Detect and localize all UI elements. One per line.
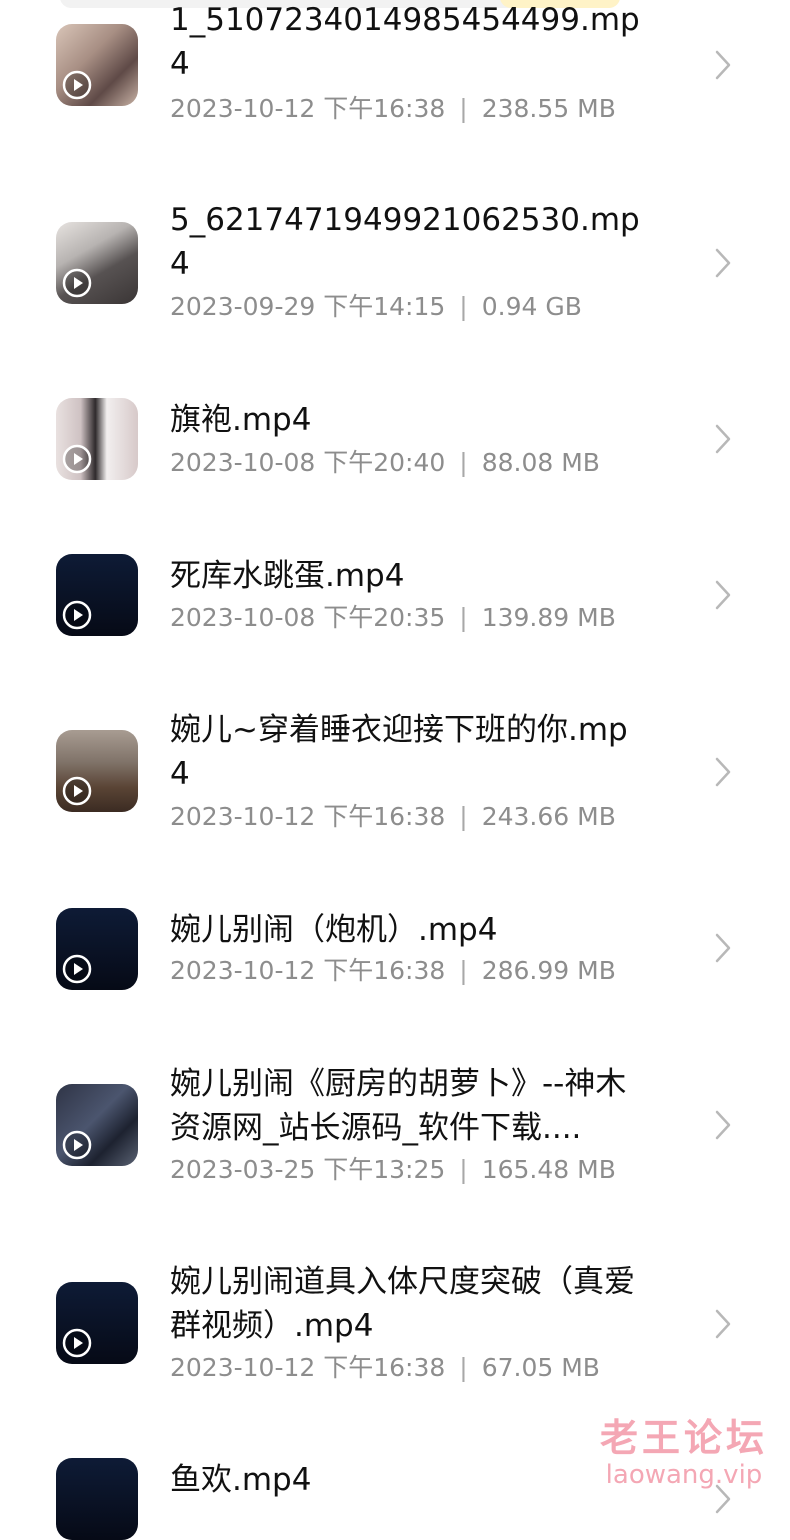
file-title: 婉儿~穿着睡衣迎接下班的你.mp4 xyxy=(170,712,628,792)
video-thumbnail xyxy=(56,222,138,304)
meta-separator: | xyxy=(459,292,468,321)
meta-separator: | xyxy=(459,956,468,985)
chevron-right-icon xyxy=(715,1309,731,1339)
file-date: 2023-10-12 下午16:38 xyxy=(170,956,446,985)
file-size: 243.66 MB xyxy=(481,802,616,831)
file-title: 1_5107234014985454499.mp4 xyxy=(170,2,640,82)
file-size: 0.94 GB xyxy=(481,292,582,321)
chevron-right-icon xyxy=(715,424,731,454)
chevron-right-icon xyxy=(715,933,731,963)
meta-separator: | xyxy=(459,603,468,632)
file-title: 婉儿别闹《厨房的胡萝卜》--神木资源网_站长源码_软件下载.... xyxy=(170,1066,627,1146)
video-thumbnail xyxy=(56,398,138,480)
video-thumbnail xyxy=(56,1282,138,1364)
play-icon xyxy=(62,954,92,984)
file-title: 鱼欢.mp4 xyxy=(170,1462,312,1498)
file-meta: 2023-10-12 下午16:38 | 238.55 MB xyxy=(170,93,650,125)
video-file-list: 1_5107234014985454499.mp4 2023-10-12 下午1… xyxy=(0,0,790,1540)
file-meta: 2023-10-12 下午16:38 | 286.99 MB xyxy=(170,955,650,987)
file-meta: 2023-10-08 下午20:35 | 139.89 MB xyxy=(170,602,650,634)
play-icon xyxy=(62,600,92,630)
file-meta: 2023-03-25 下午13:25 | 165.48 MB xyxy=(170,1154,650,1186)
file-date: 2023-10-12 下午16:38 xyxy=(170,1353,446,1382)
meta-separator: | xyxy=(459,1155,468,1184)
forum-watermark: 老王论坛 laowang.vip xyxy=(600,1416,768,1490)
file-date: 2023-10-08 下午20:40 xyxy=(170,448,446,477)
meta-separator: | xyxy=(459,448,468,477)
file-date: 2023-10-12 下午16:38 xyxy=(170,94,446,123)
file-size: 286.99 MB xyxy=(481,956,616,985)
file-date: 2023-09-29 下午14:15 xyxy=(170,292,446,321)
meta-separator: | xyxy=(459,94,468,123)
chevron-right-icon xyxy=(715,757,731,787)
chevron-right-icon xyxy=(715,50,731,80)
file-meta: 2023-10-12 下午16:38 | 243.66 MB xyxy=(170,801,650,833)
watermark-url: laowang.vip xyxy=(605,1460,763,1490)
file-title: 婉儿别闹道具入体尺度突破（真爱群视频）.mp4 xyxy=(170,1264,635,1344)
video-thumbnail xyxy=(56,730,138,812)
play-icon xyxy=(62,1328,92,1358)
video-thumbnail xyxy=(56,908,138,990)
video-thumbnail xyxy=(56,24,138,106)
play-icon xyxy=(62,444,92,474)
video-thumbnail xyxy=(56,1458,138,1540)
file-meta: 2023-10-08 下午20:40 | 88.08 MB xyxy=(170,447,650,479)
play-icon xyxy=(62,70,92,100)
file-size: 88.08 MB xyxy=(481,448,600,477)
chevron-right-icon xyxy=(715,580,731,610)
play-icon xyxy=(62,776,92,806)
file-date: 2023-10-08 下午20:35 xyxy=(170,603,446,632)
meta-separator: | xyxy=(459,802,468,831)
video-thumbnail xyxy=(56,1084,138,1166)
chevron-right-icon xyxy=(715,248,731,278)
file-size: 238.55 MB xyxy=(481,94,616,123)
chevron-right-icon xyxy=(715,1110,731,1140)
video-thumbnail xyxy=(56,554,138,636)
file-meta: 2023-09-29 下午14:15 | 0.94 GB xyxy=(170,291,650,323)
file-title: 旗袍.mp4 xyxy=(170,402,312,438)
meta-separator: | xyxy=(459,1353,468,1382)
file-size: 139.89 MB xyxy=(481,603,616,632)
file-title: 死库水跳蛋.mp4 xyxy=(170,558,405,594)
play-icon xyxy=(62,268,92,298)
file-size: 67.05 MB xyxy=(481,1353,600,1382)
file-date: 2023-10-12 下午16:38 xyxy=(170,802,446,831)
file-title: 5_6217471949921062530.mp4 xyxy=(170,202,640,282)
file-meta: 2023-10-12 下午16:38 | 67.05 MB xyxy=(170,1352,650,1384)
file-size: 165.48 MB xyxy=(481,1155,616,1184)
watermark-title: 老王论坛 xyxy=(599,1416,768,1460)
play-icon xyxy=(62,1130,92,1160)
file-title: 婉儿别闹（炮机）.mp4 xyxy=(170,912,498,948)
file-date: 2023-03-25 下午13:25 xyxy=(170,1155,446,1184)
